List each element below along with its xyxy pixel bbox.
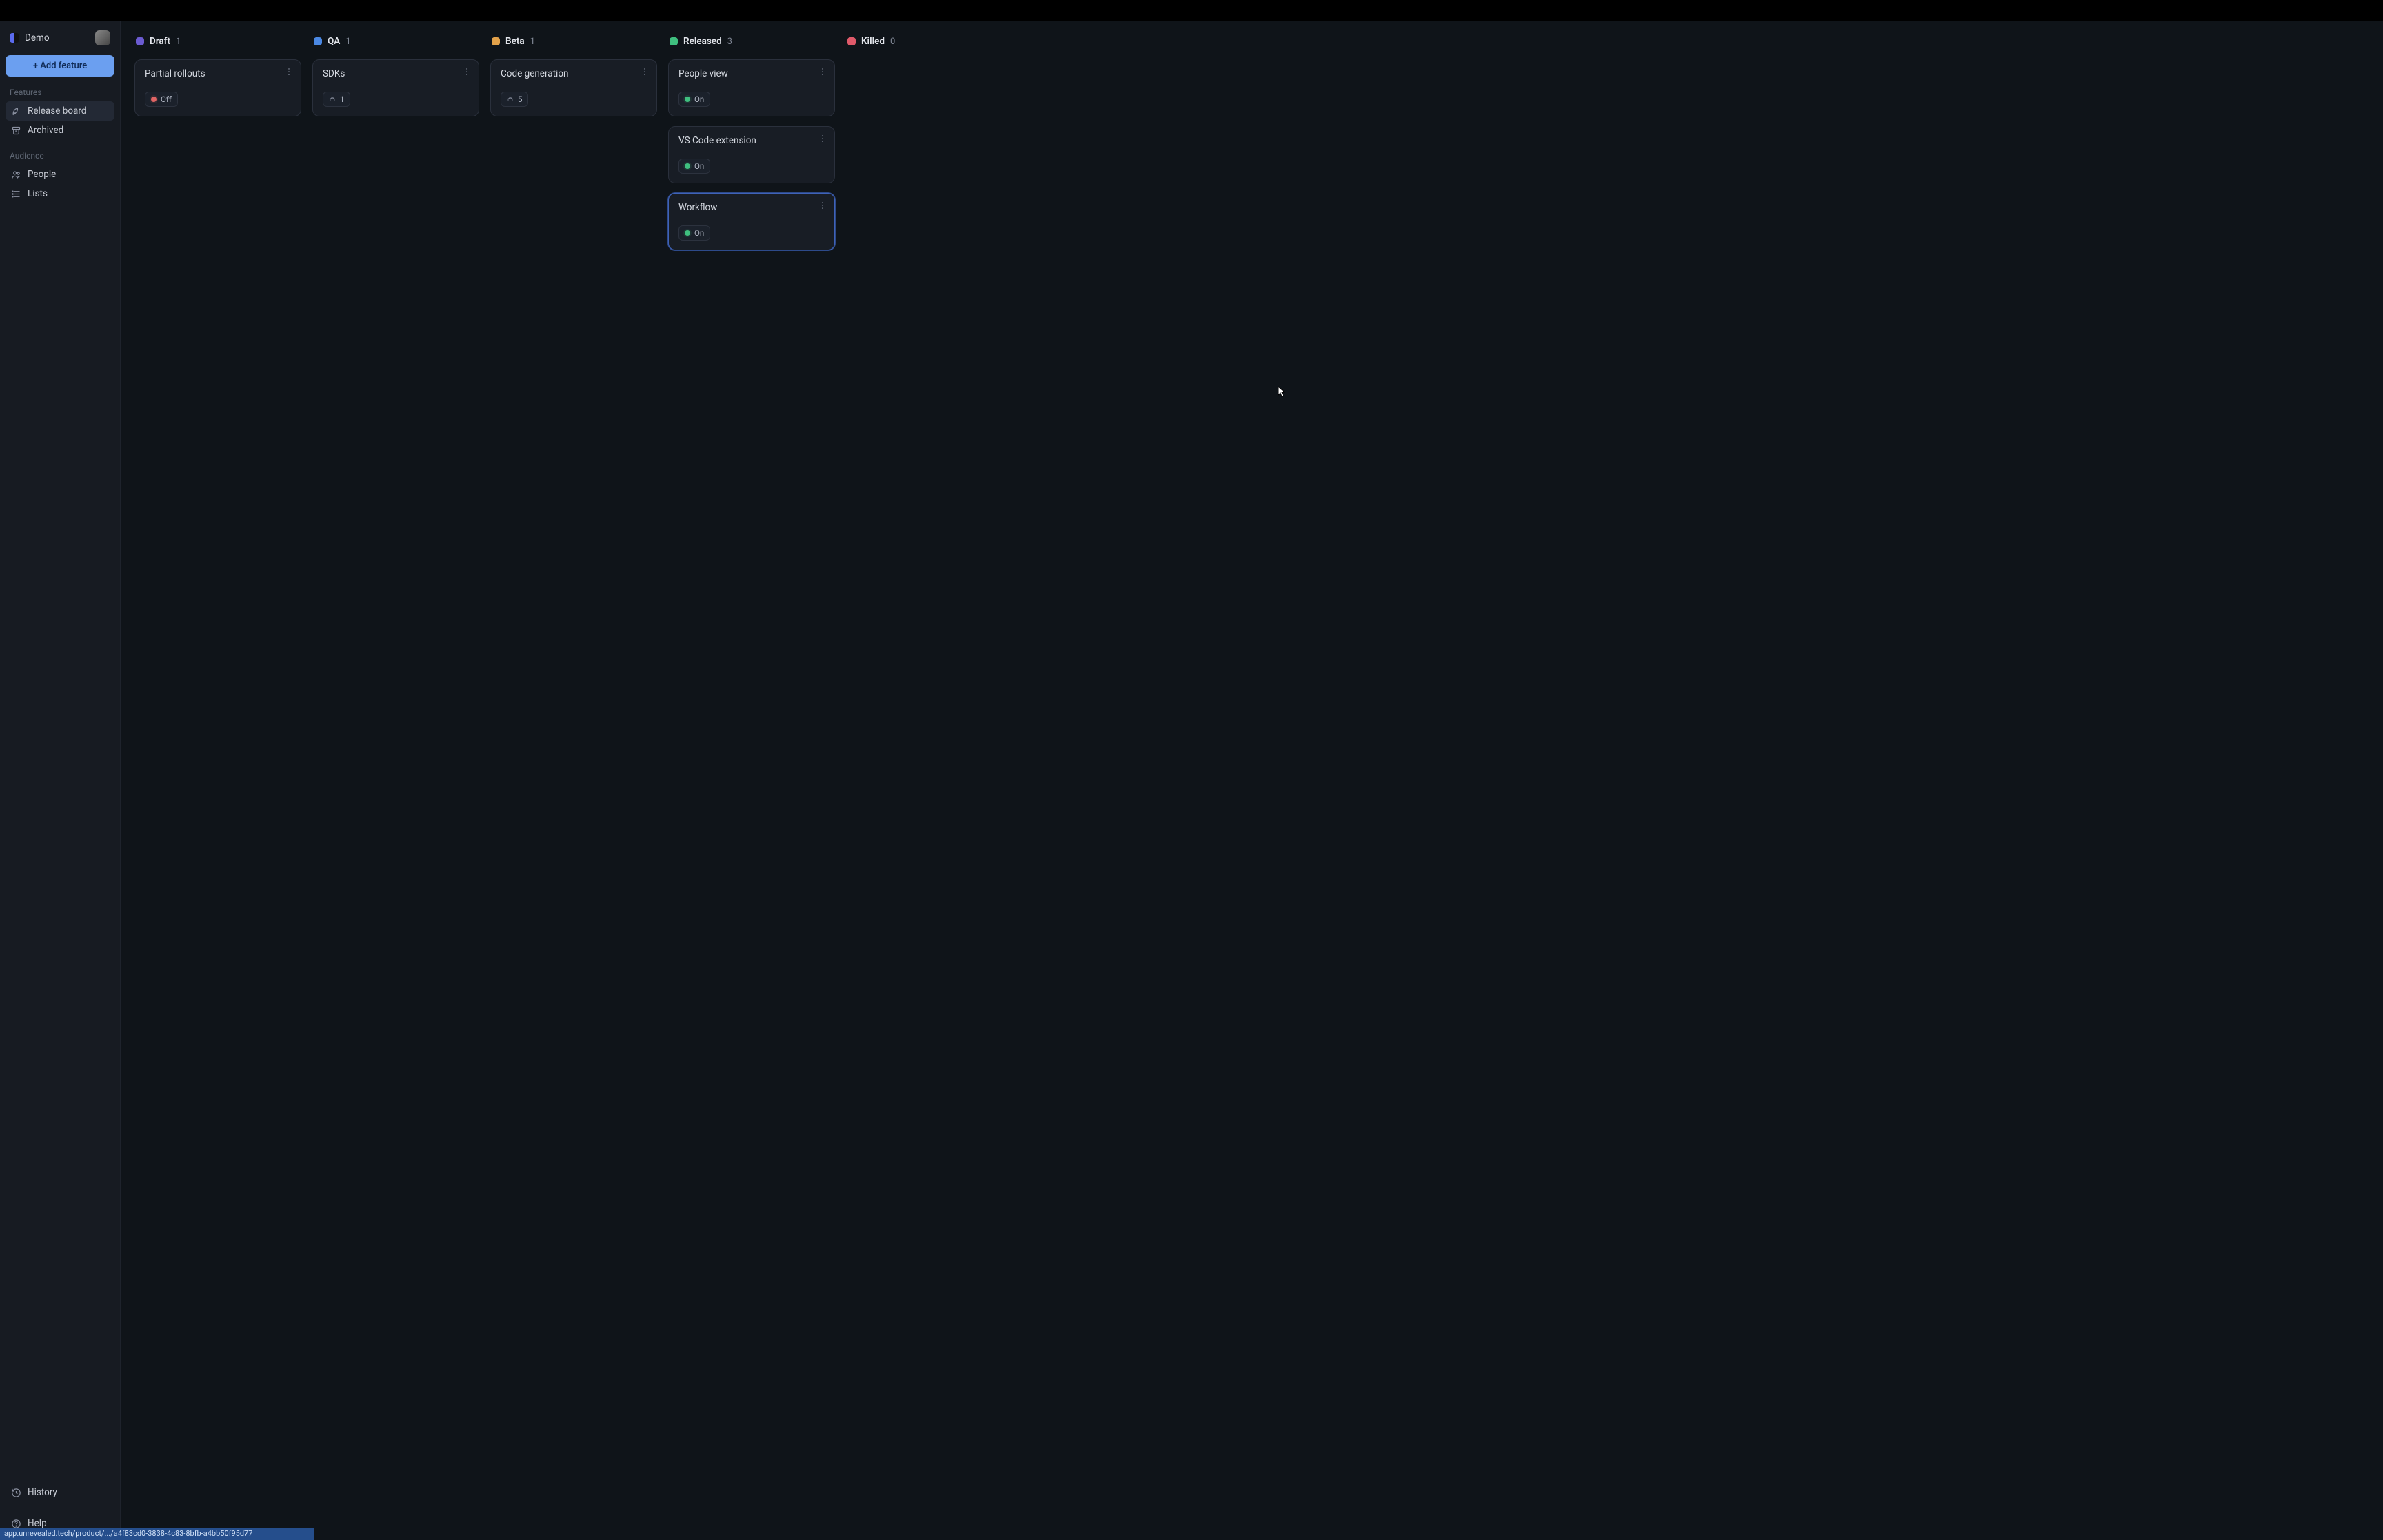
workspace-name: Demo	[25, 32, 50, 43]
column-color-dot	[314, 37, 322, 45]
column-title: Draft	[150, 36, 170, 47]
column-qa: QA 1 SDKs 1	[312, 33, 479, 116]
column-title: Beta	[505, 36, 525, 47]
history-icon	[11, 1488, 21, 1498]
release-board: Draft 1 Partial rollouts Off QA 1 SDKs 1 Beta 1 Co…	[121, 21, 2383, 1540]
column-color-dot	[136, 37, 144, 45]
column-header[interactable]: Released 3	[668, 33, 835, 50]
sidebar-heading-audience: Audience	[6, 140, 114, 165]
column-header[interactable]: Killed 0	[846, 33, 1013, 50]
feature-card[interactable]: Workflow On	[668, 193, 835, 250]
add-feature-button[interactable]: + Add feature	[6, 55, 114, 77]
feature-card[interactable]: Partial rollouts Off	[134, 59, 301, 116]
briefcase-icon	[507, 97, 514, 102]
status-badge: On	[678, 92, 710, 107]
archive-icon	[11, 125, 21, 136]
window-titlebar	[0, 0, 2383, 21]
column-color-dot	[847, 37, 856, 45]
card-menu-button[interactable]	[816, 199, 829, 212]
feature-card[interactable]: SDKs 1	[312, 59, 479, 116]
sidebar-item-release-board[interactable]: Release board	[6, 101, 114, 121]
column-header[interactable]: Draft 1	[134, 33, 301, 50]
status-badge: On	[678, 159, 710, 174]
column-killed: Killed 0	[846, 33, 1013, 50]
column-count: 1	[176, 37, 181, 47]
column-count: 0	[890, 37, 895, 47]
sidebar-item-label: History	[28, 1487, 57, 1498]
workspace-icon	[10, 33, 19, 43]
status-badge: On	[678, 225, 710, 241]
status-badge: Off	[145, 92, 178, 107]
column-color-dot	[670, 37, 678, 45]
more-vertical-icon	[640, 67, 650, 77]
sidebar-item-archived[interactable]: Archived	[6, 121, 114, 140]
sidebar-item-label: Release board	[28, 105, 86, 116]
sidebar-item-label: People	[28, 169, 56, 180]
status-text: On	[694, 161, 704, 171]
card-title: Workflow	[678, 202, 825, 213]
status-bar-url: app.unrevealed.tech/product/.../a4f83cd0…	[0, 1528, 314, 1540]
people-icon	[11, 170, 21, 180]
more-vertical-icon	[818, 67, 827, 77]
status-text: On	[694, 228, 704, 238]
card-title: Code generation	[501, 68, 647, 79]
status-text: Off	[161, 94, 172, 104]
card-title: VS Code extension	[678, 135, 825, 146]
status-text: On	[694, 94, 704, 104]
sidebar-heading-features: Features	[6, 77, 114, 101]
workspace-switcher[interactable]: Demo	[10, 32, 50, 43]
status-on-icon	[685, 163, 690, 169]
column-header[interactable]: QA 1	[312, 33, 479, 50]
sidebar-item-label: Archived	[28, 125, 63, 136]
briefcase-icon	[329, 97, 336, 102]
card-title: Partial rollouts	[145, 68, 291, 79]
column-draft: Draft 1 Partial rollouts Off	[134, 33, 301, 116]
rocket-icon	[11, 106, 21, 116]
count-badge: 1	[323, 92, 350, 107]
column-count: 1	[530, 37, 535, 47]
sidebar-item-history[interactable]: History	[6, 1483, 114, 1502]
more-vertical-icon	[818, 134, 827, 143]
column-beta: Beta 1 Code generation 5	[490, 33, 657, 116]
more-vertical-icon	[462, 67, 472, 77]
status-on-icon	[685, 97, 690, 102]
list-icon	[11, 189, 21, 199]
column-title: QA	[328, 36, 340, 47]
column-title: Released	[683, 36, 722, 47]
card-title: SDKs	[323, 68, 469, 79]
sidebar-item-label: Lists	[28, 188, 48, 199]
column-released: Released 3 People view On VS Code extension O…	[668, 33, 835, 250]
more-vertical-icon	[284, 67, 294, 77]
card-menu-button[interactable]	[816, 65, 829, 78]
status-off-icon	[151, 97, 157, 102]
sidebar-item-people[interactable]: People	[6, 165, 114, 184]
count-badge: 5	[501, 92, 528, 107]
count-text: 1	[340, 94, 344, 104]
add-feature-label: + Add feature	[33, 61, 87, 71]
column-title: Killed	[861, 36, 885, 47]
status-on-icon	[685, 230, 690, 236]
count-text: 5	[518, 94, 522, 104]
column-count: 1	[345, 37, 350, 47]
user-avatar[interactable]	[95, 30, 110, 45]
more-vertical-icon	[818, 201, 827, 210]
sidebar-item-lists[interactable]: Lists	[6, 184, 114, 203]
card-menu-button[interactable]	[816, 132, 829, 145]
column-count: 3	[727, 37, 732, 47]
card-title: People view	[678, 68, 825, 79]
sidebar: Demo + Add feature Features Release boar…	[0, 21, 121, 1540]
feature-card[interactable]: People view On	[668, 59, 835, 116]
card-menu-button[interactable]	[639, 65, 651, 78]
card-menu-button[interactable]	[461, 65, 473, 78]
column-color-dot	[492, 37, 500, 45]
feature-card[interactable]: Code generation 5	[490, 59, 657, 116]
feature-card[interactable]: VS Code extension On	[668, 126, 835, 183]
card-menu-button[interactable]	[283, 65, 295, 78]
column-header[interactable]: Beta 1	[490, 33, 657, 50]
